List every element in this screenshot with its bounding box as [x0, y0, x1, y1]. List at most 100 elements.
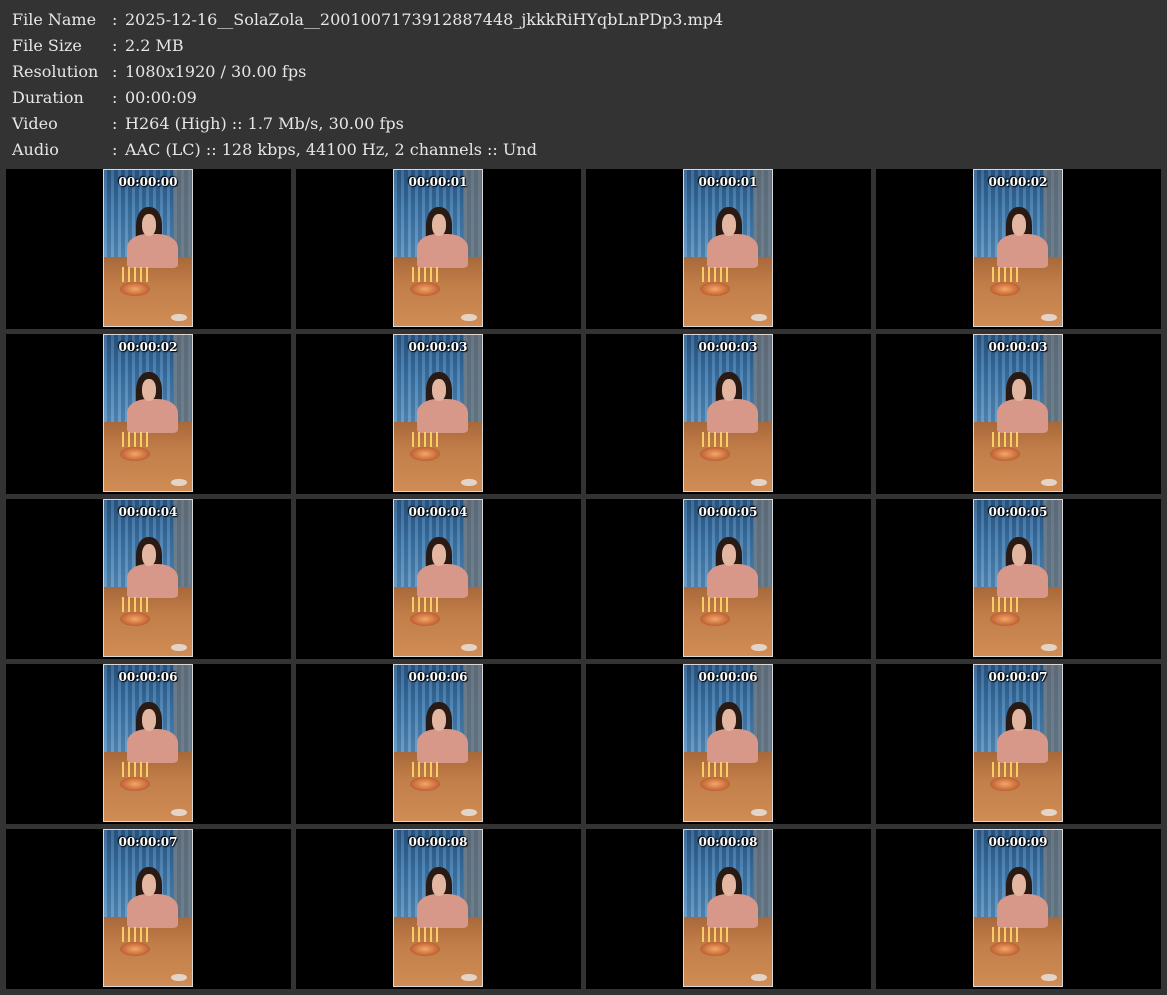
thumbnail-timestamp: 00:00:01 — [408, 175, 468, 189]
scene-plate — [170, 478, 187, 487]
frame-scene — [104, 500, 192, 656]
scene-plate — [1040, 973, 1057, 982]
scene-person-face — [1011, 708, 1026, 731]
thumbnail-frame-image — [973, 334, 1063, 492]
scene-plate — [170, 808, 187, 817]
scene-plate — [1040, 643, 1057, 652]
thumbnail-frame-image — [973, 499, 1063, 657]
scene-person-face — [431, 378, 446, 401]
info-row-resolution: Resolution : 1080x1920 / 30.00 fps — [0, 59, 1167, 85]
thumbnail-cell: 00:00:05 — [586, 499, 871, 659]
info-separator: : — [112, 140, 118, 159]
scene-candles — [991, 596, 1018, 613]
scene-person-body — [706, 893, 758, 929]
frame-scene — [974, 830, 1062, 986]
frame-scene — [974, 665, 1062, 821]
thumbnail-frame-image — [103, 829, 193, 987]
info-label: Video — [12, 114, 58, 133]
thumbnail-frame-image — [393, 334, 483, 492]
scene-person-body — [416, 728, 468, 764]
scene-person-face — [1011, 213, 1026, 236]
info-row-file-size: File Size : 2.2 MB — [0, 33, 1167, 59]
thumbnail-timestamp: 00:00:03 — [698, 340, 758, 354]
scene-person-face — [721, 543, 736, 566]
thumbnail-frame-image — [393, 169, 483, 327]
scene-person-face — [431, 213, 446, 236]
thumbnail-frame-image — [683, 829, 773, 987]
thumbnail-frame-image — [683, 169, 773, 327]
scene-plate — [1040, 478, 1057, 487]
thumbnail-cell: 00:00:07 — [6, 829, 291, 989]
scene-person-face — [1011, 873, 1026, 896]
scene-person-body — [126, 728, 178, 764]
scene-plate — [750, 313, 767, 322]
thumbnail-frame-image — [103, 334, 193, 492]
scene-candles — [121, 266, 148, 283]
scene-person-face — [721, 378, 736, 401]
scene-person-body — [706, 233, 758, 269]
scene-candles — [991, 761, 1018, 778]
thumbnail-cell: 00:00:03 — [296, 334, 581, 494]
scene-plate — [460, 478, 477, 487]
scene-candles — [121, 926, 148, 943]
frame-scene — [394, 830, 482, 986]
frame-scene — [974, 500, 1062, 656]
scene-person-face — [721, 873, 736, 896]
frame-scene — [974, 170, 1062, 326]
thumbnail-cell: 00:00:01 — [586, 169, 871, 329]
scene-candles — [701, 596, 728, 613]
info-separator: : — [112, 36, 118, 55]
scene-candles — [411, 596, 438, 613]
thumbnail-cell: 00:00:06 — [6, 664, 291, 824]
thumbnail-frame-image — [683, 499, 773, 657]
scene-candles — [121, 431, 148, 448]
scene-candles — [991, 926, 1018, 943]
info-row-duration: Duration : 00:00:09 — [0, 85, 1167, 111]
scene-person-body — [416, 893, 468, 929]
scene-plate — [750, 808, 767, 817]
info-row-file-name: File Name : 2025-12-16__SolaZola__200100… — [0, 7, 1167, 33]
scene-plate — [1040, 313, 1057, 322]
scene-person-body — [416, 233, 468, 269]
frame-scene — [974, 335, 1062, 491]
scene-person-body — [126, 563, 178, 599]
thumbnail-timestamp: 00:00:00 — [118, 175, 178, 189]
scene-person-body — [416, 563, 468, 599]
scene-person-body — [996, 728, 1048, 764]
frame-scene — [394, 170, 482, 326]
info-label: File Size — [12, 36, 82, 55]
scene-person-face — [141, 708, 156, 731]
thumbnail-cell: 00:00:00 — [6, 169, 291, 329]
thumbnail-cell: 00:00:06 — [296, 664, 581, 824]
scene-plate — [460, 808, 477, 817]
scene-plate — [170, 643, 187, 652]
scene-candles — [411, 431, 438, 448]
scene-person-body — [706, 728, 758, 764]
frame-scene — [394, 500, 482, 656]
thumbnail-timestamp: 00:00:08 — [408, 835, 468, 849]
thumbnail-cell: 00:00:02 — [6, 334, 291, 494]
scene-person-body — [996, 893, 1048, 929]
thumbnail-timestamp: 00:00:03 — [408, 340, 468, 354]
scene-plate — [750, 478, 767, 487]
thumbnail-frame-image — [973, 169, 1063, 327]
frame-scene — [394, 335, 482, 491]
scene-plate — [750, 643, 767, 652]
thumbnail-frame-image — [103, 499, 193, 657]
scene-person-face — [1011, 378, 1026, 401]
scene-candles — [701, 431, 728, 448]
thumbnail-cell: 00:00:04 — [6, 499, 291, 659]
scene-person-body — [126, 398, 178, 434]
scene-person-body — [996, 563, 1048, 599]
thumbnail-timestamp: 00:00:05 — [698, 505, 758, 519]
frame-scene — [104, 665, 192, 821]
info-label: Audio — [12, 140, 59, 159]
scene-candles — [991, 266, 1018, 283]
info-value: 2.2 MB — [125, 36, 184, 55]
thumbnail-frame-image — [683, 664, 773, 822]
thumbnail-timestamp: 00:00:07 — [118, 835, 178, 849]
thumbnail-frame-image — [973, 664, 1063, 822]
thumbnail-timestamp: 00:00:07 — [988, 670, 1048, 684]
scene-candles — [701, 926, 728, 943]
scene-person-body — [706, 563, 758, 599]
